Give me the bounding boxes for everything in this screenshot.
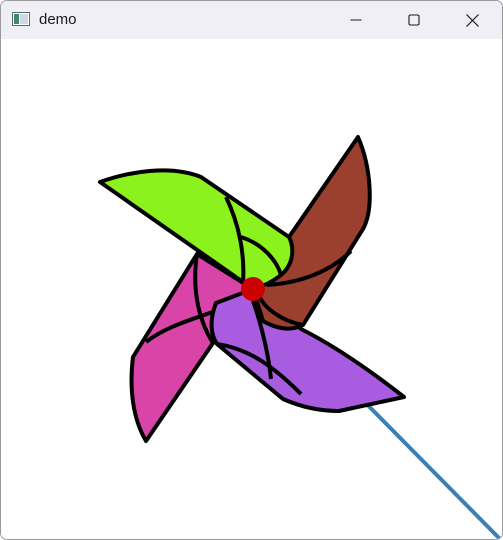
title-bar[interactable]: demo xyxy=(1,1,502,39)
close-button[interactable] xyxy=(443,1,501,39)
app-window: demo xyxy=(0,0,503,540)
pinwheel-hub xyxy=(241,277,265,301)
minimize-icon xyxy=(350,19,362,21)
pinwheel-drawing xyxy=(98,135,502,539)
minimize-button[interactable] xyxy=(327,1,385,39)
drawing-canvas xyxy=(1,39,502,539)
app-icon xyxy=(12,12,30,26)
close-icon xyxy=(465,13,479,27)
window-title: demo xyxy=(39,11,77,28)
maximize-icon xyxy=(408,14,420,26)
maximize-button[interactable] xyxy=(385,1,443,39)
